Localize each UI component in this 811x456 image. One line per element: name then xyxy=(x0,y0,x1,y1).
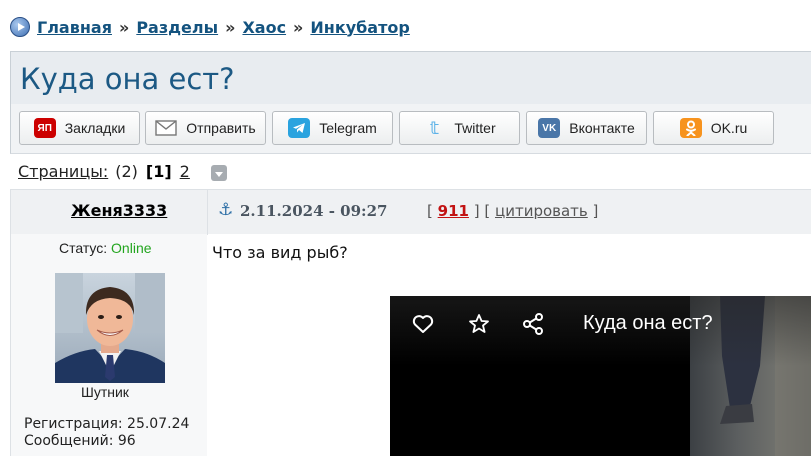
user-stats: Регистрация: 25.07.24 Сообщений: 96 xyxy=(24,416,189,450)
share-button-label: Отправить xyxy=(186,120,256,136)
play-circle-icon xyxy=(10,17,30,37)
pages-label-link[interactable]: Страницы: xyxy=(18,162,108,181)
odnoklassniki-button[interactable]: OK.ru xyxy=(653,111,774,145)
anchor-icon[interactable]: ⚓ xyxy=(218,200,233,220)
send-button[interactable]: Отправить xyxy=(145,111,266,145)
mail-icon xyxy=(155,118,177,138)
bookmarks-button[interactable]: ЯП Закладки xyxy=(19,111,140,145)
breadcrumb-incubator-link[interactable]: Инкубатор xyxy=(310,18,409,37)
share-button-label: Закладки xyxy=(64,120,126,136)
yandex-bookmarks-icon: ЯП xyxy=(33,118,56,138)
share-button-label: Вконтакте xyxy=(569,120,635,136)
user-status: Статус: Online xyxy=(59,240,152,256)
user-rank: Шутник xyxy=(81,384,129,400)
pages-dropdown-icon[interactable] xyxy=(211,165,227,181)
pagination: Страницы: (2) [1] 2 xyxy=(18,162,227,181)
share-icon[interactable] xyxy=(521,312,545,336)
bracket: ] [ xyxy=(473,202,491,220)
status-label: Статус: xyxy=(59,240,108,256)
post-meta: [ 911 ] [ цитировать ] xyxy=(427,202,598,220)
quote-link[interactable]: цитировать xyxy=(495,202,588,220)
share-bar: ЯП Закладки Отправить Telegram 𝕥 Twitter… xyxy=(10,104,811,154)
share-button-label: OK.ru xyxy=(710,120,748,136)
post-text: Что за вид рыб? xyxy=(212,243,348,262)
telegram-button[interactable]: Telegram xyxy=(272,111,393,145)
user-info-panel: Статус: Online Шутник Регистрация: 25.07… xyxy=(10,234,207,456)
page-title: Куда она ест? xyxy=(20,62,235,96)
breadcrumb: Главная » Разделы » Хаос » Инкубатор xyxy=(10,16,410,38)
bracket: [ xyxy=(427,202,433,220)
telegram-icon xyxy=(288,118,311,138)
breadcrumb-separator: » xyxy=(225,17,236,37)
topic-title-bar: Куда она ест? xyxy=(10,51,811,104)
vkontakte-button[interactable]: VK Вконтакте xyxy=(526,111,647,145)
post-header: Женя3333 ⚓ 2.11.2024 - 09:27 [ 911 ] [ ц… xyxy=(10,189,811,235)
vk-icon: VK xyxy=(538,118,561,138)
current-page: [1] xyxy=(145,162,172,181)
share-button-label: Telegram xyxy=(319,120,377,136)
post-count: Сообщений: 96 xyxy=(24,433,136,449)
twitter-button[interactable]: 𝕥 Twitter xyxy=(399,111,520,145)
twitter-icon: 𝕥 xyxy=(429,117,439,139)
author-link[interactable]: Женя3333 xyxy=(71,201,167,220)
odnoklassniki-icon xyxy=(679,118,702,138)
video-title: Куда она ест? xyxy=(583,312,713,334)
breadcrumb-home-link[interactable]: Главная xyxy=(37,18,112,37)
post-number-link[interactable]: 911 xyxy=(438,202,469,220)
pages-count: (2) xyxy=(115,162,138,181)
heart-icon[interactable] xyxy=(411,312,435,336)
breadcrumb-separator: » xyxy=(293,17,304,37)
avatar[interactable] xyxy=(55,273,165,383)
status-value: Online xyxy=(111,240,152,256)
star-icon[interactable] xyxy=(467,312,491,336)
breadcrumb-separator: » xyxy=(118,17,130,37)
header-divider xyxy=(207,190,208,235)
share-button-label: Twitter xyxy=(454,120,496,136)
post-date: 2.11.2024 - 09:27 xyxy=(240,202,388,220)
page-2-link[interactable]: 2 xyxy=(180,162,190,181)
breadcrumb-chaos-link[interactable]: Хаос xyxy=(242,18,286,37)
registration-date: Регистрация: 25.07.24 xyxy=(24,416,190,432)
breadcrumb-sections-link[interactable]: Разделы xyxy=(136,18,218,37)
bracket: ] xyxy=(592,202,599,220)
embedded-video[interactable]: Куда она ест? xyxy=(390,296,811,456)
